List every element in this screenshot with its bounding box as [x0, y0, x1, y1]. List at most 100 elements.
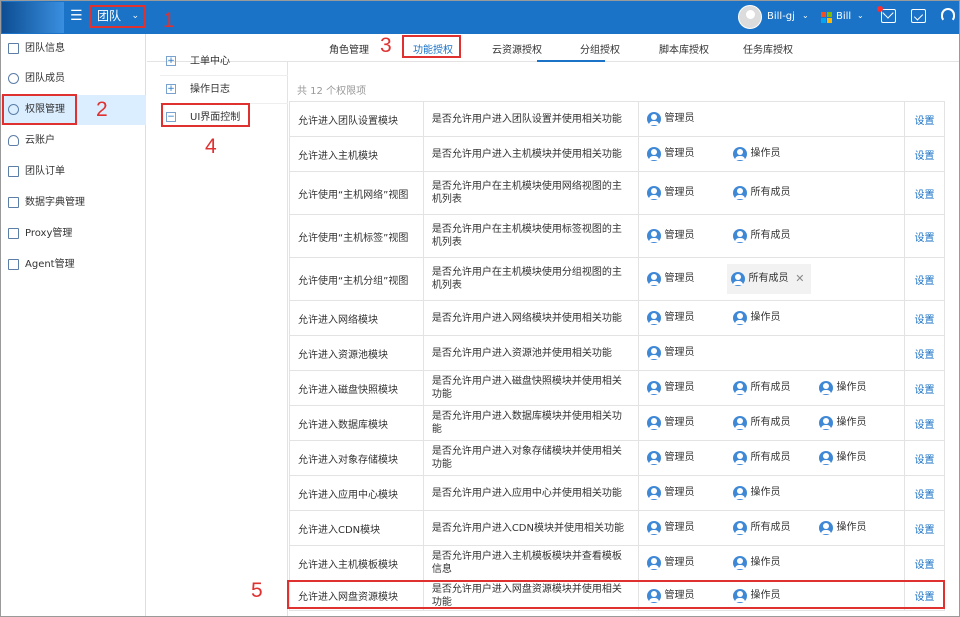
setting-link[interactable]: 设置 — [915, 151, 935, 162]
role-label: 操作员 — [836, 417, 867, 428]
table-row: 允许进入主机模块 是否允许用户进入主机模块并使用相关功能 管理员 操作员 设置 — [289, 136, 945, 172]
category-tree: + 工单中心 + 操作日志 − UI界面控制 — [160, 56, 288, 616]
permission-description: 是否允许用户进入主机模块并使用相关功能 — [422, 136, 639, 172]
role-tag[interactable]: 操作员 — [732, 554, 781, 572]
org-label[interactable]: Bill — [836, 11, 851, 22]
role-tag[interactable]: 所有成员 — [732, 379, 791, 397]
tab-group-authorization[interactable]: 分组授权 — [580, 41, 620, 56]
setting-link[interactable]: 设置 — [915, 315, 935, 326]
tree-item-operation-log[interactable]: + 操作日志 — [160, 76, 288, 104]
role-tag[interactable]: 所有成员 ✕ — [726, 264, 811, 294]
role-tag[interactable]: 操作员 — [732, 145, 781, 163]
table-row: 允许进入团队设置模块 是否允许用户进入团队设置并使用相关功能 管理员 设置 — [289, 101, 945, 137]
setting-link[interactable]: 设置 — [915, 490, 935, 501]
user-menu-chevron-icon[interactable]: ⌄ — [802, 11, 809, 20]
role-tag[interactable]: 操作员 — [732, 309, 781, 327]
role-tag[interactable]: 操作员 — [818, 414, 867, 432]
user-avatar[interactable] — [738, 5, 762, 29]
user-avatar-icon — [732, 416, 747, 430]
support-headset-icon[interactable] — [941, 8, 955, 22]
permission-name: 允许进入团队设置模块 — [289, 101, 424, 137]
role-tag[interactable]: 所有成员 — [732, 519, 791, 537]
permission-name: 允许进入主机模块 — [289, 136, 424, 172]
role-tag[interactable]: 管理员 — [646, 227, 695, 245]
tab-script-library-authorization[interactable]: 脚本库授权 — [659, 41, 709, 56]
role-tag[interactable]: 所有成员 — [732, 227, 791, 245]
sidebar-item-cloud-account[interactable]: 云账户 — [1, 126, 146, 156]
setting-link[interactable]: 设置 — [915, 455, 935, 466]
user-avatar-icon — [646, 521, 661, 535]
table-row: 允许进入CDN模块 是否允许用户进入CDN模块并使用相关功能 管理员 所有成员 操作员 设… — [289, 510, 945, 546]
sidebar-item-team-info[interactable]: 团队信息 — [1, 34, 146, 64]
setting-link[interactable]: 设置 — [915, 385, 935, 396]
role-tag[interactable]: 管理员 — [646, 110, 695, 128]
permission-name: 允许进入主机模板模块 — [289, 545, 424, 581]
tab-role-management[interactable]: 角色管理 — [329, 41, 369, 56]
setting-link[interactable]: 设置 — [915, 525, 935, 536]
remove-role-icon[interactable]: ✕ — [795, 264, 804, 294]
role-tag[interactable]: 所有成员 — [732, 414, 791, 432]
setting-link[interactable]: 设置 — [915, 350, 935, 361]
permission-name: 允许使用“主机标签”视图 — [289, 214, 424, 258]
user-avatar-icon — [818, 381, 833, 395]
user-avatar-icon — [646, 186, 661, 200]
tab-task-library-authorization[interactable]: 任务库授权 — [743, 41, 793, 56]
role-tag[interactable]: 管理员 — [646, 344, 695, 362]
role-tag[interactable]: 所有成员 — [732, 184, 791, 202]
role-tag[interactable]: 管理员 — [646, 145, 695, 163]
setting-link[interactable]: 设置 — [915, 276, 935, 287]
permission-name: 允许进入网络模块 — [289, 300, 424, 336]
expand-icon[interactable]: + — [166, 84, 176, 94]
sidebar-item-team-orders[interactable]: 团队订单 — [1, 157, 146, 187]
user-avatar-icon — [732, 311, 747, 325]
table-row: 允许使用“主机网络”视图 是否允许用户在主机模块使用网络视图的主机列表 管理员 所有成… — [289, 171, 945, 215]
setting-link[interactable]: 设置 — [915, 116, 935, 127]
sidebar-item-data-dictionary[interactable]: 数据字典管理 — [1, 188, 146, 218]
setting-link[interactable]: 设置 — [915, 420, 935, 431]
tree-item-ticket-center[interactable]: + 工单中心 — [160, 48, 288, 76]
setting-link[interactable]: 设置 — [915, 560, 935, 571]
username-label[interactable]: Bill-gj — [767, 11, 795, 22]
role-tag[interactable]: 管理员 — [646, 554, 695, 572]
role-tag[interactable]: 管理员 — [646, 484, 695, 502]
setting-link[interactable]: 设置 — [915, 190, 935, 201]
row-highlight-box — [287, 580, 945, 609]
permission-description: 是否允许用户进入资源池并使用相关功能 — [422, 335, 639, 371]
role-tag[interactable]: 所有成员 — [732, 449, 791, 467]
role-tag[interactable]: 管理员 — [646, 449, 695, 467]
proxy-icon — [8, 228, 19, 239]
role-tag[interactable]: 操作员 — [818, 379, 867, 397]
user-avatar-icon — [732, 229, 747, 243]
permissions-highlight-box — [2, 94, 77, 125]
setting-cell: 设置 — [904, 405, 945, 441]
table-row: 允许进入数据库模块 是否允许用户进入数据库模块并使用相关功能 管理员 所有成员 操作员 设… — [289, 405, 945, 441]
permission-description: 是否允许用户在主机模块使用分组视图的主机列表 — [422, 257, 639, 301]
role-tag[interactable]: 管理员 — [646, 519, 695, 537]
role-tag[interactable]: 操作员 — [818, 449, 867, 467]
callout-number: 1 — [163, 9, 175, 32]
sidebar-item-agent[interactable]: Agent管理 — [1, 250, 146, 280]
role-tag[interactable]: 管理员 — [646, 379, 695, 397]
expand-icon[interactable]: + — [166, 56, 176, 66]
role-tag[interactable]: 管理员 — [646, 184, 695, 202]
role-tag[interactable]: 操作员 — [732, 484, 781, 502]
role-tag[interactable]: 管理员 — [646, 414, 695, 432]
user-avatar-icon — [646, 229, 661, 243]
microsoft-icon — [821, 12, 832, 23]
org-menu-chevron-icon[interactable]: ⌄ — [857, 11, 864, 20]
role-tag[interactable]: 管理员 — [646, 309, 695, 327]
role-label: 管理员 — [664, 417, 695, 428]
role-label: 管理员 — [664, 347, 695, 358]
tasks-icon[interactable] — [911, 9, 926, 23]
hamburger-menu-icon[interactable]: ☰ — [70, 9, 84, 23]
role-tag[interactable]: 管理员 — [646, 270, 695, 288]
setting-link[interactable]: 设置 — [915, 233, 935, 244]
role-tag[interactable]: 操作员 — [818, 519, 867, 537]
sidebar-item-team-members[interactable]: 团队成员 — [1, 64, 146, 94]
team-selector[interactable]: 团队 ⌄ — [89, 5, 146, 28]
tab-cloud-resource-authorization[interactable]: 云资源授权 — [492, 41, 542, 56]
permission-description: 是否允许用户进入CDN模块并使用相关功能 — [422, 510, 639, 546]
mail-icon[interactable] — [881, 9, 896, 23]
setting-cell: 设置 — [904, 510, 945, 546]
sidebar-item-proxy[interactable]: Proxy管理 — [1, 219, 146, 249]
